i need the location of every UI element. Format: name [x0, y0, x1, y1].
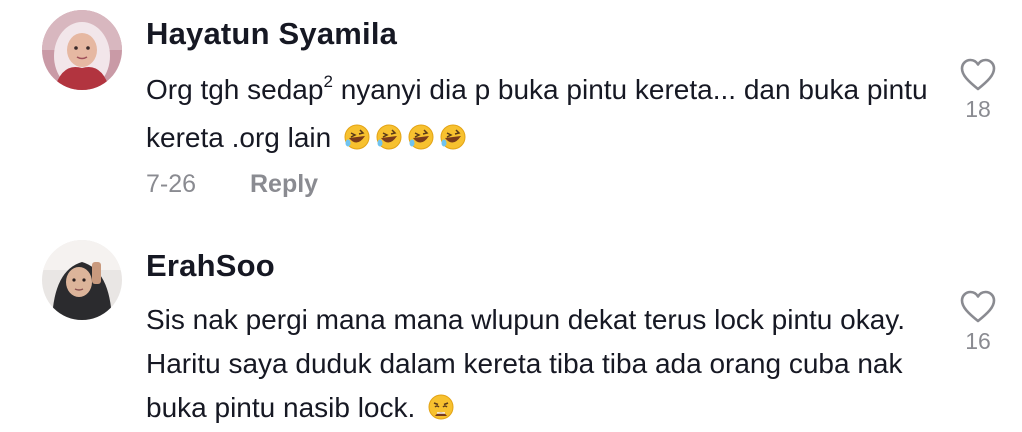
- like-button[interactable]: 18: [950, 58, 1006, 123]
- rolling-on-floor-laughing-emoji: [439, 123, 467, 151]
- heart-outline-icon: [960, 58, 996, 91]
- like-count: 18: [965, 96, 991, 122]
- comment-meta: 7-26 Reply: [146, 170, 318, 199]
- comment-item: ErahSoo Sis nak pergi mana mana wlupun d…: [0, 232, 1022, 432]
- comment-item: Hayatun Syamila Org tgh sedap2 nyanyi di…: [0, 0, 1022, 225]
- comment-text: Sis nak pergi mana mana wlupun dekat ter…: [146, 304, 906, 423]
- weary-face-emoji: [427, 393, 455, 421]
- avatar-photo: [42, 10, 122, 90]
- avatar[interactable]: [42, 240, 122, 320]
- like-button[interactable]: 16: [950, 290, 1006, 355]
- comment-text: Org tgh sedap2 nyanyi dia p buka pintu k…: [146, 72, 928, 153]
- reply-button[interactable]: Reply: [250, 170, 318, 198]
- rolling-on-floor-laughing-emoji: [375, 123, 403, 151]
- like-count: 16: [965, 328, 991, 354]
- comment-date: 7-26: [146, 170, 197, 198]
- username[interactable]: ErahSoo: [146, 248, 275, 284]
- rolling-on-floor-laughing-emoji: [343, 123, 371, 151]
- avatar-photo: [42, 240, 122, 320]
- rolling-on-floor-laughing-emoji: [407, 123, 435, 151]
- heart-outline-icon: [960, 290, 996, 323]
- username[interactable]: Hayatun Syamila: [146, 16, 397, 52]
- avatar[interactable]: [42, 10, 122, 90]
